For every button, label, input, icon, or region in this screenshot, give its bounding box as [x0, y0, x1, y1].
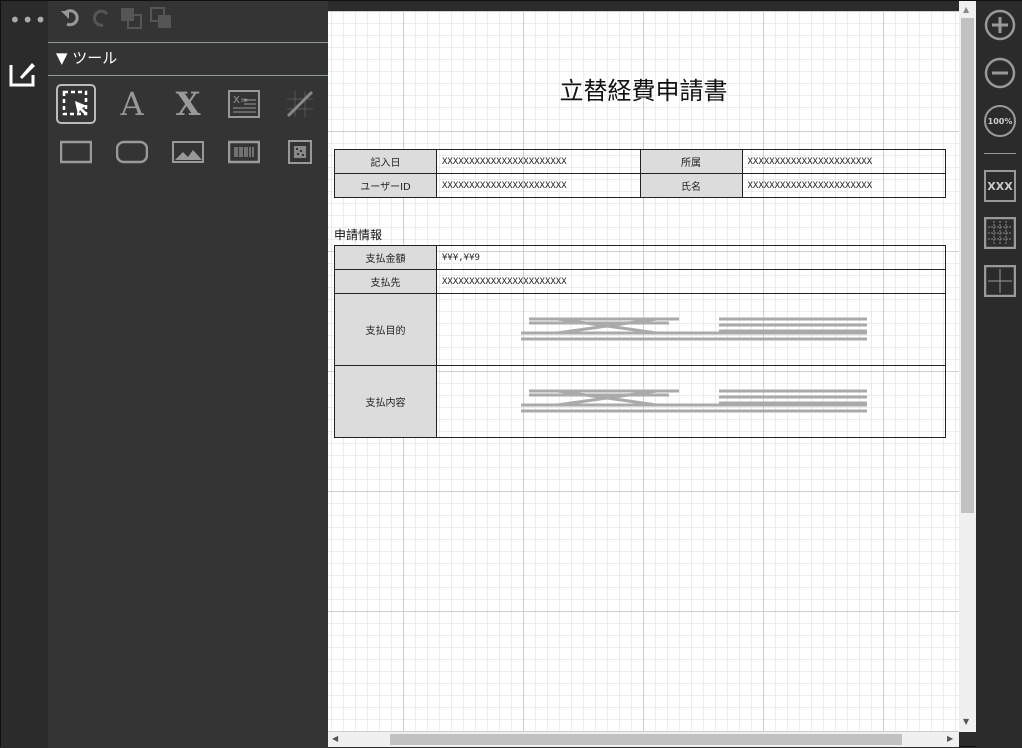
guide-toggle-icon[interactable] — [984, 265, 1016, 297]
table-row: 記入日 XXXXXXXXXXXXXXXXXXXXXXX 所属 XXXXXXXXXXXX… — [334, 149, 946, 174]
more-icon[interactable]: ••• — [9, 10, 47, 30]
cell-label[interactable]: 支払内容 — [334, 365, 437, 438]
zoom-in-icon[interactable] — [984, 9, 1016, 41]
multiline-field[interactable] — [436, 365, 946, 438]
cell-label[interactable]: 支払金額 — [334, 245, 437, 270]
image-tool-icon[interactable] — [168, 132, 208, 172]
barcode-tool-icon[interactable] — [224, 132, 264, 172]
zoom-reset-button[interactable]: 100% — [984, 105, 1016, 137]
divider — [48, 42, 328, 43]
cell-label[interactable]: 記入日 — [334, 149, 437, 174]
document-title[interactable]: 立替経費申請書 — [328, 71, 959, 106]
cell-value[interactable]: XXXXXXXXXXXXXXXXXXXXXXX — [436, 149, 641, 174]
cell-label[interactable]: ユーザーID — [334, 173, 437, 198]
tools-header[interactable]: ▼ ツール — [56, 47, 117, 68]
rectangle-tool-icon[interactable] — [56, 132, 96, 172]
table-row: 支払内容 — [334, 365, 946, 438]
rounded-rect-tool-icon[interactable] — [112, 132, 152, 172]
bring-front-icon[interactable] — [120, 7, 142, 29]
multiline-placeholder-icon — [521, 389, 867, 412]
send-back-icon[interactable] — [150, 7, 172, 29]
cell-value[interactable]: ¥¥¥,¥¥9 — [436, 245, 946, 270]
table-row: ユーザーID XXXXXXXXXXXXXXXXXXXXXXX 氏名 XXXXXXXXX… — [334, 173, 946, 198]
text-tool-icon[interactable]: A — [112, 84, 152, 124]
scroll-down-icon[interactable]: ▼ — [963, 717, 969, 726]
zoom-out-icon[interactable] — [984, 57, 1016, 89]
show-field-names-button[interactable]: XXX — [984, 170, 1016, 202]
field-tool-icon[interactable]: X — [168, 84, 208, 124]
qrcode-tool-icon[interactable] — [280, 132, 320, 172]
cell-label[interactable]: 支払先 — [334, 269, 437, 294]
table-row: 支払目的 — [334, 293, 946, 366]
divider — [984, 153, 1016, 154]
scroll-thumb[interactable] — [961, 18, 974, 513]
vertical-scrollbar[interactable]: ▲ ▼ — [959, 1, 976, 732]
undo-icon[interactable] — [60, 7, 82, 29]
cell-label[interactable]: 所属 — [639, 149, 743, 174]
select-tool-icon[interactable] — [56, 84, 96, 124]
scroll-left-icon[interactable]: ◀ — [332, 734, 338, 743]
cell-label[interactable]: 支払目的 — [334, 293, 437, 366]
cell-value[interactable]: XXXXXXXXXXXXXXXXXXXXXXX — [741, 149, 946, 174]
cell-value[interactable]: XXXXXXXXXXXXXXXXXXXXXXX — [436, 173, 641, 198]
text-field-tool-icon[interactable]: X= — [224, 84, 264, 124]
divider — [48, 75, 328, 76]
table-row: 支払金額 ¥¥¥,¥¥9 — [334, 245, 946, 270]
zoom-toolbar: 100% XXX — [976, 1, 1022, 748]
edit-icon[interactable] — [8, 57, 40, 89]
redo-icon[interactable] — [90, 7, 112, 29]
multiline-field[interactable] — [436, 293, 946, 366]
info-table[interactable]: 支払金額 ¥¥¥,¥¥9 支払先 XXXXXXXXXXXXXXXXXXXXXXX 支… — [334, 245, 946, 438]
table-row: 支払先 XXXXXXXXXXXXXXXXXXXXXXX — [334, 269, 946, 294]
report-canvas[interactable]: 立替経費申請書 記入日 XXXXXXXXXXXXXXXXXXXXXXX 所属 XXXX… — [328, 11, 959, 732]
cell-value[interactable]: XXXXXXXXXXXXXXXXXXXXXXX — [741, 173, 946, 198]
grid-toggle-icon[interactable] — [984, 217, 1016, 249]
scroll-thumb[interactable] — [390, 734, 902, 745]
line-tool-icon[interactable] — [280, 84, 320, 124]
section-label[interactable]: 申請情報 — [334, 226, 382, 243]
header-table[interactable]: 記入日 XXXXXXXXXXXXXXXXXXXXXXX 所属 XXXXXXXXXXXX… — [334, 149, 946, 198]
scroll-up-icon[interactable]: ▲ — [963, 5, 969, 14]
multiline-placeholder-icon — [521, 317, 867, 340]
horizontal-scrollbar[interactable]: ◀ ▶ — [328, 732, 959, 747]
cell-value[interactable]: XXXXXXXXXXXXXXXXXXXXXXX — [436, 269, 946, 294]
left-strip: ••• — [1, 1, 48, 748]
cell-label[interactable]: 氏名 — [639, 173, 743, 198]
scroll-right-icon[interactable]: ▶ — [947, 734, 953, 743]
tool-panel: ▼ ツール A X X= — [48, 1, 328, 748]
